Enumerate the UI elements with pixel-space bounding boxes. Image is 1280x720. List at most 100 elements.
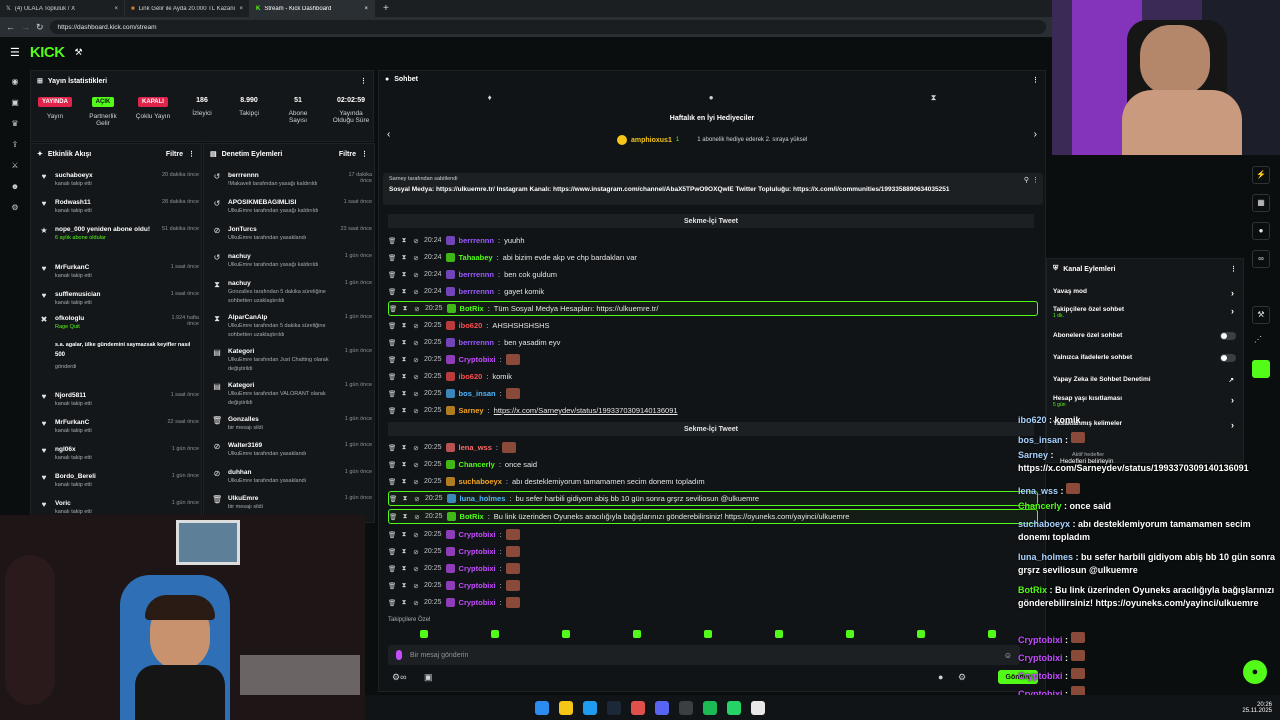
new-tab-button[interactable]: + — [375, 3, 397, 14]
timeout-icon[interactable]: ⧗ — [400, 565, 408, 573]
message-username[interactable]: Cryptobixi — [459, 530, 496, 539]
channel-action-item[interactable]: Hesap yaşı kısıtlaması 5 gün › — [1053, 395, 1238, 408]
ban-icon[interactable]: ⊘ — [412, 254, 420, 262]
message-username[interactable]: BotRix — [460, 512, 484, 521]
message-username[interactable]: Cryptobixi — [459, 355, 496, 364]
more-icon[interactable]: ⋮ — [360, 77, 367, 85]
ban-icon[interactable]: ⊘ — [412, 271, 420, 279]
emoji-icon[interactable]: ☺ — [1004, 651, 1012, 660]
emote-icon[interactable] — [632, 630, 641, 638]
activity-item[interactable]: ♥ Rodwash11 kanalı takip etti 28 dakika önc… — [39, 199, 199, 216]
chat-message[interactable]: 🗑 ⧗ ⊘ 20:25 ibo620: komik — [388, 369, 1038, 384]
message-username[interactable]: Cryptobixi — [459, 598, 496, 607]
upload-icon[interactable]: ⇪ — [10, 140, 20, 150]
share-icon[interactable]: ⋰ — [1254, 335, 1262, 344]
delete-icon[interactable]: 🗑 — [388, 565, 396, 573]
chevron-right-icon[interactable]: › — [1231, 288, 1234, 298]
timeout-icon[interactable]: ⧗ — [400, 444, 408, 452]
more-icon[interactable]: ⋮ — [361, 150, 368, 158]
timeout-icon[interactable]: ⧗ — [400, 322, 408, 330]
delete-icon[interactable]: 🗑 — [388, 478, 396, 486]
chat-tab-timer-icon[interactable]: ⧗ — [931, 93, 937, 109]
message-username[interactable]: Cryptobixi — [459, 564, 496, 573]
emote-icon[interactable] — [703, 630, 712, 638]
ban-icon[interactable]: ⊘ — [412, 322, 420, 330]
emote-icon[interactable] — [917, 630, 926, 638]
activity-item[interactable]: ♥ MrFurkanC kanalı takip etti 22 saat önce — [39, 419, 199, 436]
moderation-filter-button[interactable]: Filtre — [339, 151, 356, 158]
kick-chat-fab[interactable]: ● — [1243, 660, 1267, 684]
chat-message[interactable]: 🗑 ⧗ ⊘ 20:25 luna_holmes: bu sefer harbili gid… — [388, 491, 1038, 506]
moderation-item[interactable]: 🗑 UlkuEmre bir mesajı sildi 1 gün önce — [212, 495, 372, 512]
prev-arrow-icon[interactable]: ‹ — [387, 129, 390, 140]
message-username[interactable]: lena_wss — [459, 443, 492, 452]
delete-icon[interactable]: 🗑 — [388, 407, 396, 415]
activity-item[interactable]: ✖ ofkologlu Rage Quit 1.924 hafta önce — [39, 315, 199, 332]
chat-message[interactable]: 🗑 ⧗ ⊘ 20:25 ibo620: AHSHSHSHSHS — [388, 318, 1038, 333]
ban-icon[interactable]: ⊘ — [412, 373, 420, 381]
chat-message[interactable]: 🗑 ⧗ ⊘ 20:25 BotRix: Bu link üzerinden Oyuneks… — [388, 509, 1038, 524]
ban-icon[interactable]: ⊘ — [412, 444, 420, 452]
moderation-item[interactable]: ▤ Kategori UlkuEmre tarafından Just Chatti… — [212, 348, 372, 373]
ban-icon[interactable]: ⊘ — [412, 565, 420, 573]
whatsapp-icon[interactable] — [727, 700, 741, 715]
timeout-icon[interactable]: ⧗ — [400, 237, 408, 245]
delete-icon[interactable]: 🗑 — [389, 513, 397, 521]
more-icon[interactable]: ⋮ — [1032, 76, 1039, 84]
chevron-right-icon[interactable]: › — [1231, 306, 1234, 316]
activity-item[interactable]: ♥ suchaboeyx kanalı takip etti 20 dakika ön… — [39, 172, 199, 189]
timeout-icon[interactable]: ⧗ — [400, 271, 408, 279]
message-username[interactable]: berrrennn — [459, 287, 494, 296]
timeout-icon[interactable]: ⧗ — [400, 390, 408, 398]
moderation-item[interactable]: ⧗ nachuy Gonzalles tarafından 5 dakika sür… — [212, 280, 372, 305]
edge-icon[interactable] — [583, 700, 597, 715]
message-username[interactable]: berrrennn — [459, 338, 494, 347]
chat-message[interactable]: 🗑 ⧗ ⊘ 20:25 berrrennn: ben yasadim eyv — [388, 335, 1038, 350]
pin-icon[interactable]: ⚲ — [1024, 176, 1029, 184]
app-icon[interactable] — [751, 700, 765, 715]
activity-item[interactable]: ♥ sufflemusician kanalı takip etti 1 saat ö… — [39, 291, 199, 308]
more-icon[interactable]: ⋮ — [188, 150, 195, 158]
toggle-switch[interactable] — [1220, 332, 1236, 340]
timeout-icon[interactable]: ⧗ — [400, 478, 408, 486]
timeout-icon[interactable]: ⧗ — [400, 373, 408, 381]
delete-icon[interactable]: 🗑 — [388, 237, 396, 245]
green-tool-icon[interactable] — [1252, 360, 1270, 378]
trophy-icon[interactable]: ♛ — [10, 119, 20, 129]
delete-icon[interactable]: 🗑 — [388, 322, 396, 330]
discord-icon[interactable] — [655, 700, 669, 715]
chat-message[interactable]: 🗑 ⧗ ⊘ 20:25 Cryptobixi: — [388, 578, 1038, 593]
gear-icon[interactable]: ⚙ — [958, 672, 966, 683]
moderation-item[interactable]: ↺ APOSIKMEBAGIMLISI UlkuEmre tarafından ya… — [212, 199, 372, 216]
emote-icon[interactable] — [775, 630, 784, 638]
timeout-icon[interactable]: ⧗ — [400, 461, 408, 469]
message-username[interactable]: luna_holmes — [460, 494, 506, 503]
activity-item[interactable]: ★ nope_000 yeniden abone oldu! 6 aylık abo… — [39, 226, 199, 243]
message-username[interactable]: ibo620 — [459, 372, 483, 381]
ban-icon[interactable]: ⊘ — [412, 356, 420, 364]
reload-icon[interactable]: ↻ — [36, 22, 44, 33]
ban-icon[interactable]: ⊘ — [412, 390, 420, 398]
delete-icon[interactable]: 🗑 — [389, 495, 397, 503]
steam-icon[interactable] — [607, 700, 621, 715]
chevron-right-icon[interactable]: › — [1231, 395, 1234, 405]
spotify-icon[interactable] — [703, 700, 717, 715]
kick-logo[interactable]: KICK — [30, 44, 65, 61]
moderation-item[interactable]: ⊘ JonTurcs UlkuEmre tarafından yasaklandı 2… — [212, 226, 372, 243]
timeout-icon[interactable]: ⧗ — [401, 305, 409, 313]
moderation-item[interactable]: ▤ Kategori UlkuEmre tarafından VALORANT ol… — [212, 382, 372, 407]
mod-icon[interactable]: ⚔ — [10, 161, 20, 171]
chat-message[interactable]: 🗑 ⧗ ⊘ 20:25 Cryptobixi: — [388, 352, 1038, 367]
timeout-icon[interactable]: ⧗ — [400, 548, 408, 556]
wrench-icon[interactable]: ⚒ — [1252, 306, 1270, 324]
close-icon[interactable]: × — [114, 6, 118, 12]
moderation-item[interactable]: ⧗ AlparCanAlp UlkuEmre tarafından 5 dakika… — [212, 314, 372, 339]
chat-bubble-icon[interactable]: ● — [938, 672, 943, 682]
next-arrow-icon[interactable]: › — [1034, 129, 1037, 140]
multistream-badge[interactable]: KAPALI — [138, 97, 168, 107]
mic-icon[interactable] — [396, 650, 402, 660]
chat-message[interactable]: 🗑 ⧗ ⊘ 20:25 Cryptobixi: — [388, 544, 1038, 559]
chat-icon[interactable]: ● — [1252, 222, 1270, 240]
top-gifter-name[interactable]: amphioxus1 — [631, 137, 672, 144]
toggle-switch[interactable] — [1220, 354, 1236, 362]
